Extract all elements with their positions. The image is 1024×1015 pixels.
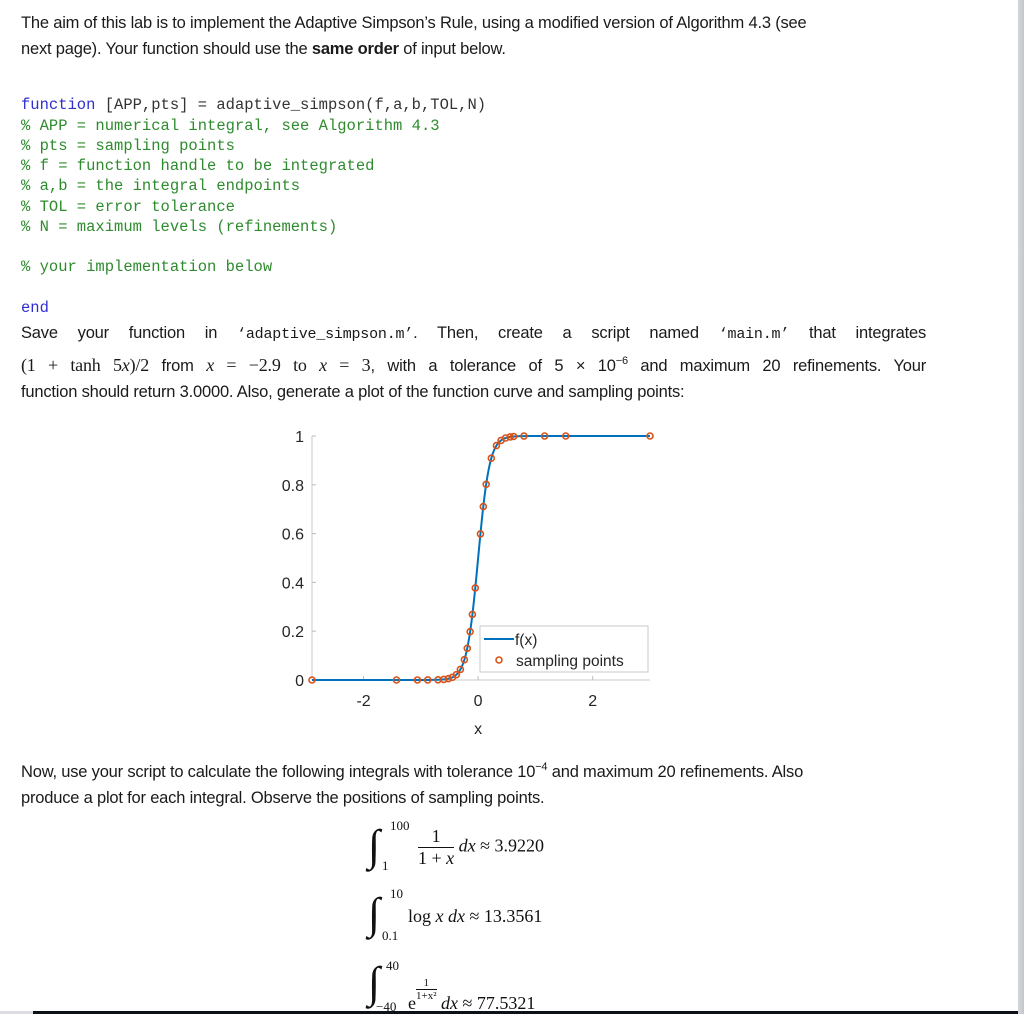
now-paragraph: Now, use your script to calculate the fo…: [21, 754, 926, 811]
integral-result: ≈ 3.9220: [480, 835, 545, 856]
denominator-text: 1 +: [418, 848, 447, 868]
task-line-2: (1 + tanh 5x)/2 from x = −2.9 to x = 3, …: [21, 348, 926, 379]
code-comment: % f = function handle to be integrated: [21, 157, 375, 176]
integral-lower-limit: 0.1: [382, 928, 399, 943]
intro-line-2: next page). Your function should use the…: [21, 36, 926, 62]
numerator: 1: [418, 826, 455, 848]
y-tick-label: 0.4: [282, 575, 304, 592]
exponent: −6: [615, 355, 628, 367]
integrand: e 1 1+x² dx ≈ 77.5321: [408, 977, 535, 1014]
code-comment: % N = maximum levels (refinements): [21, 218, 338, 237]
exponent-denominator: 1+x²: [416, 989, 437, 1002]
x-axis-label: x: [474, 721, 482, 738]
task-line-3: function should return 3.0000. Also, gen…: [21, 383, 685, 401]
task-text: . Then, create a script named: [413, 324, 719, 342]
math-expression: = 3: [326, 355, 371, 375]
plot-axes: 0 0.2 0.4 0.6 0.8 1 -2 0 2 x: [282, 429, 650, 738]
math-var-x: x: [435, 906, 444, 926]
keyword-function: function: [21, 96, 96, 115]
code-comment: % pts = sampling points: [21, 136, 235, 155]
now-text: and maximum 20 refinements. Also: [547, 763, 804, 781]
code-comment-implementation: % your implementation below: [21, 258, 273, 277]
function-signature: [APP,pts] = adaptive_simpson(f,a,b,TOL,N…: [95, 96, 487, 115]
x-tick-label: 0: [474, 693, 483, 710]
keyword-end: end: [21, 298, 49, 317]
legend-label-sampling: sampling points: [516, 653, 624, 670]
intro-text: of input below.: [398, 40, 506, 58]
integral-upper-limit: 40: [386, 958, 399, 973]
task-text: Save your function in: [21, 324, 238, 342]
exp-base: e: [408, 993, 416, 1013]
integral-lower-limit: 1: [382, 858, 389, 873]
math-var-x: x: [319, 355, 327, 375]
integrand: 1 1 + x dx ≈ 3.9220: [418, 826, 544, 869]
task-text: that integrates: [789, 324, 926, 342]
integral-sign: ∫: [368, 889, 381, 938]
math-expression: = −2.9 to: [214, 355, 320, 375]
y-tick-label: 0: [295, 673, 304, 690]
integral-result: ≈ 77.5321: [462, 993, 536, 1013]
differential: dx: [441, 993, 459, 1013]
integral-sign: ∫: [368, 821, 381, 870]
now-text: Now, use your script to calculate the fo…: [21, 763, 536, 781]
y-tick-label: 0.8: [282, 478, 304, 495]
y-tick-label: 0.6: [282, 527, 304, 544]
denominator: 1 + x: [418, 848, 454, 869]
task-text: from: [149, 357, 207, 375]
math-expression: (1 + tanh 5: [21, 355, 122, 375]
integral-upper-limit: 100: [390, 818, 410, 833]
integral-3: ∫ 40 −40 e 1 1+x² dx ≈ 77.5321: [368, 955, 608, 1015]
now-line-2: produce a plot for each integral. Observ…: [21, 789, 545, 807]
intro-line-1: The aim of this lab is to implement the …: [21, 14, 807, 32]
filename-main: ‘main.m’: [718, 326, 790, 343]
log-function: log: [408, 906, 436, 926]
code-block: function [APP,pts] = adaptive_simpson(f,…: [21, 75, 486, 359]
intro-text: next page). Your function should use the: [21, 40, 312, 58]
math-var-x: x: [206, 355, 215, 375]
plot-legend: f(x) sampling points: [479, 625, 649, 673]
integral-result: ≈ 13.3561: [469, 906, 543, 926]
code-signature: function [APP,pts] = adaptive_simpson(f,…: [21, 95, 486, 115]
code-comment: % a,b = the integral endpoints: [21, 177, 301, 196]
x-tick-label: -2: [356, 693, 370, 710]
math-expression: )/2: [129, 355, 150, 375]
emphasis-same-order: same order: [311, 40, 399, 58]
integral-upper-limit: 10: [390, 886, 403, 901]
math-var-x: x: [121, 355, 130, 375]
differential: dx: [458, 835, 476, 856]
now-line-1: Now, use your script to calculate the fo…: [21, 754, 926, 785]
task-line-1: Save your function in ‘adaptive_simpson.…: [21, 320, 926, 348]
legend-label-fx: f(x): [515, 632, 537, 649]
differential: dx: [448, 906, 466, 926]
y-tick-label: 0.2: [282, 624, 304, 641]
exponent: −4: [535, 761, 548, 773]
filename-adaptive-simpson: ‘adaptive_simpson.m’: [237, 326, 414, 343]
integrand: log x dx ≈ 13.3561: [408, 906, 542, 927]
exponent-fraction: 1 1+x²: [416, 977, 437, 1002]
task-text: and maximum 20 refinements. Your: [627, 357, 927, 375]
code-comment: % TOL = error tolerance: [21, 197, 235, 216]
document-page: The aim of this lab is to implement the …: [0, 0, 1018, 1014]
y-tick-label: 1: [295, 429, 304, 446]
code-comment: % APP = numerical integral, see Algorith…: [21, 116, 440, 135]
intro-paragraph: The aim of this lab is to implement the …: [21, 10, 926, 62]
integral-1: ∫ 100 1 1 1 + x dx ≈ 3.9220: [368, 818, 608, 878]
math-var-x: x: [446, 848, 455, 868]
page-edge: [1018, 0, 1024, 1014]
task-paragraph: Save your function in ‘adaptive_simpson.…: [21, 320, 926, 405]
fraction: 1 1 + x: [418, 826, 455, 869]
integral-2: ∫ 10 0.1 log x dx ≈ 13.3561: [368, 886, 608, 946]
exponent-numerator: 1: [423, 977, 430, 989]
function-plot: 0 0.2 0.4 0.6 0.8 1 -2 0 2 x f(x) sampling points: [282, 429, 654, 738]
x-tick-label: 2: [588, 693, 597, 710]
task-text: , with a tolerance of 5 × 10: [370, 357, 616, 375]
